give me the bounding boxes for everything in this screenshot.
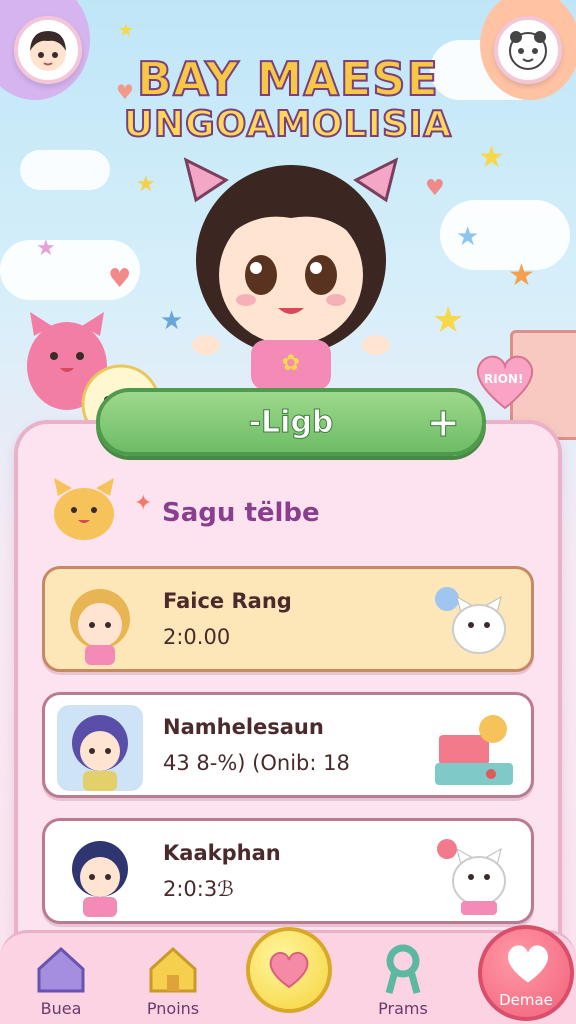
- player-name: Kaakphan: [163, 841, 281, 865]
- white-cat-flower-icon: [437, 839, 506, 915]
- game-title-line2: UNGOAMOLISIA: [123, 103, 453, 146]
- nav-item-demae[interactable]: Demae: [478, 925, 574, 1021]
- heart-icon: ♥: [108, 264, 132, 294]
- house-yellow-icon: [149, 946, 197, 993]
- player-avatar: [57, 705, 143, 791]
- game-title-line1: BAY MAESE: [136, 51, 439, 107]
- hero-character: ✿: [183, 157, 399, 390]
- play-button[interactable]: -Ligb +: [96, 388, 486, 456]
- cat-face-icon: ✦: [54, 478, 152, 540]
- player-time: 43 8-%) (Onib: 18: [163, 751, 350, 775]
- svg-text:✿: ✿: [282, 351, 300, 376]
- star-icon: ★: [432, 300, 465, 341]
- ribbon-icon: [385, 944, 421, 994]
- player-name: Namhelesaun: [163, 715, 324, 739]
- bottom-nav: Buea Pnoins Prams Demae: [0, 925, 576, 1024]
- player-time: 2:0.00: [163, 625, 231, 649]
- player-card[interactable]: Faice Rang 2:0.00: [42, 566, 534, 672]
- heart-icon: [269, 952, 309, 989]
- star-icon: ★: [118, 20, 135, 41]
- balloon-text: RION!: [484, 372, 524, 386]
- star-icon: ★: [36, 236, 56, 261]
- player-avatar: [70, 589, 130, 665]
- nav-center-heart-button[interactable]: [246, 927, 332, 1013]
- star-icon: ★: [478, 140, 505, 175]
- white-cat-icon: [435, 587, 506, 654]
- cloud: [20, 150, 110, 190]
- nav-label: Pnoins: [146, 999, 200, 1018]
- nav-label: Buea: [40, 999, 82, 1018]
- nav-item-home[interactable]: Buea: [16, 939, 106, 1024]
- house-purple-icon: [37, 946, 85, 993]
- heart-icon: ♥: [425, 176, 445, 201]
- heart-white-icon: [507, 945, 549, 983]
- star-icon: ★: [136, 172, 156, 197]
- nav-label: Prams: [378, 999, 428, 1018]
- nav-label: Demae: [499, 991, 553, 1009]
- star-icon: ★: [456, 222, 480, 252]
- player-avatar: [72, 841, 128, 917]
- svg-text:✦: ✦: [134, 491, 152, 516]
- play-button-label: -Ligb: [248, 404, 334, 440]
- player-name: Faice Rang: [163, 589, 292, 613]
- nav-item-prams[interactable]: Prams: [358, 939, 448, 1024]
- section-title: Sagu tëlbe: [162, 498, 320, 528]
- star-icon: ★: [508, 258, 535, 293]
- player-card[interactable]: Namhelesaun 43 8-%) (Onib: 18: [42, 692, 534, 798]
- toy-box-icon: [435, 715, 513, 785]
- plus-icon[interactable]: +: [426, 400, 461, 447]
- nav-item-points[interactable]: Pnoins: [128, 939, 218, 1024]
- player-time: 2:0:3ℬ: [163, 877, 234, 901]
- player-card[interactable]: Kaakphan 2:0:3ℬ: [42, 818, 534, 924]
